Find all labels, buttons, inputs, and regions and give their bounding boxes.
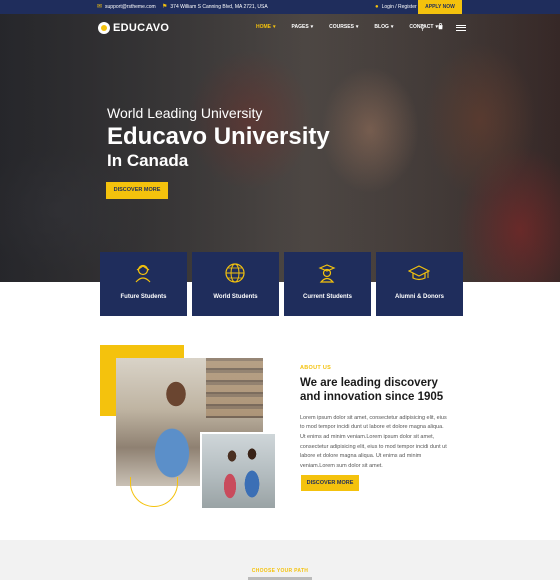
topbar-address: ⚑ 374 William S Canning Blvd, MA 2721, U…	[162, 0, 268, 14]
page: ✉ support@rstheme.com ⚑ 374 William S Ca…	[0, 0, 560, 580]
card-future-students[interactable]: Future Students	[100, 252, 187, 316]
about-kicker: ABOUT US	[300, 365, 332, 371]
cart-icon[interactable]	[437, 23, 444, 32]
logo[interactable]: EDUCAVO	[98, 22, 169, 34]
main-nav: EDUCAVO HOME ▾ PAGES ▾ COURSES ▾ BLOG ▾ …	[0, 14, 560, 44]
nav-icons: ⚲	[420, 23, 467, 32]
globe-icon	[225, 263, 245, 283]
apply-now-button[interactable]: APPLY NOW	[418, 0, 462, 14]
card-world-students[interactable]: World Students	[192, 252, 279, 316]
student-icon	[135, 264, 151, 283]
topbar-email-text: support@rstheme.com	[105, 4, 156, 10]
card-alumni-donors[interactable]: Alumni & Donors	[376, 252, 463, 316]
card-label: World Students	[213, 294, 258, 300]
hamburger-menu-icon[interactable]	[456, 24, 467, 31]
location-pin-icon: ⚑	[162, 4, 168, 10]
feature-cards: Future Students World Students Current S…	[100, 252, 463, 316]
chevron-down-icon: ▾	[310, 24, 314, 30]
topbar-login-text: Login / Register	[381, 4, 417, 10]
about-images	[100, 345, 280, 515]
card-label: Alumni & Donors	[395, 294, 444, 300]
topbar-login[interactable]: ● Login / Register	[375, 0, 417, 14]
nav-item-label: BLOG	[374, 24, 389, 30]
nav-item-blog[interactable]: BLOG ▾	[374, 24, 393, 30]
bookshelf-photo-detail	[206, 358, 263, 418]
card-label: Future Students	[120, 294, 167, 300]
about-discover-button[interactable]: DISCOVER MORE	[301, 475, 359, 491]
mortarboard-icon	[408, 265, 430, 281]
card-label: Current Students	[302, 294, 352, 300]
chevron-down-icon: ▾	[390, 24, 394, 30]
hero-kicker: World Leading University	[107, 105, 263, 121]
hero-subtitle: In Canada	[107, 150, 189, 170]
about-text: ABOUT US We are leading discovery and in…	[300, 365, 450, 472]
nav-item-label: COURSES	[329, 24, 354, 30]
nav-item-home[interactable]: HOME ▾	[256, 24, 276, 30]
graduate-icon	[318, 264, 336, 283]
choose-path-kicker: CHOOSE YOUR PATH	[251, 568, 309, 574]
nav-item-label: HOME	[256, 24, 271, 30]
user-icon: ●	[375, 4, 379, 10]
about-body: Lorem ipsum dolor sit amet, consectetur …	[300, 414, 447, 469]
decorative-curve	[130, 477, 178, 507]
topbar-address-text: 374 William S Canning Blvd, MA 2721, USA	[170, 4, 268, 10]
nav-item-courses[interactable]: COURSES ▾	[329, 24, 358, 30]
envelope-icon: ✉	[97, 4, 103, 10]
students-walking-photo	[200, 432, 277, 510]
card-current-students[interactable]: Current Students	[284, 252, 371, 316]
hero-text: World Leading University Educavo Univers…	[107, 105, 330, 171]
choose-path-section: CHOOSE YOUR PATH	[0, 540, 560, 580]
nav-item-label: PAGES	[291, 24, 309, 30]
hero-discover-button[interactable]: DISCOVER MORE	[106, 182, 168, 199]
nav-item-pages[interactable]: PAGES ▾	[292, 24, 314, 30]
hero-title: Educavo University	[107, 123, 330, 150]
top-bar: ✉ support@rstheme.com ⚑ 374 William S Ca…	[0, 0, 560, 14]
about-heading: We are leading discovery and innovation …	[300, 377, 444, 404]
chevron-down-icon: ▾	[273, 24, 276, 30]
search-icon[interactable]: ⚲	[420, 24, 425, 32]
chevron-down-icon: ▾	[355, 24, 359, 30]
topbar-email[interactable]: ✉ support@rstheme.com	[97, 0, 156, 14]
logo-icon	[98, 22, 110, 34]
logo-text: EDUCAVO	[113, 22, 170, 34]
